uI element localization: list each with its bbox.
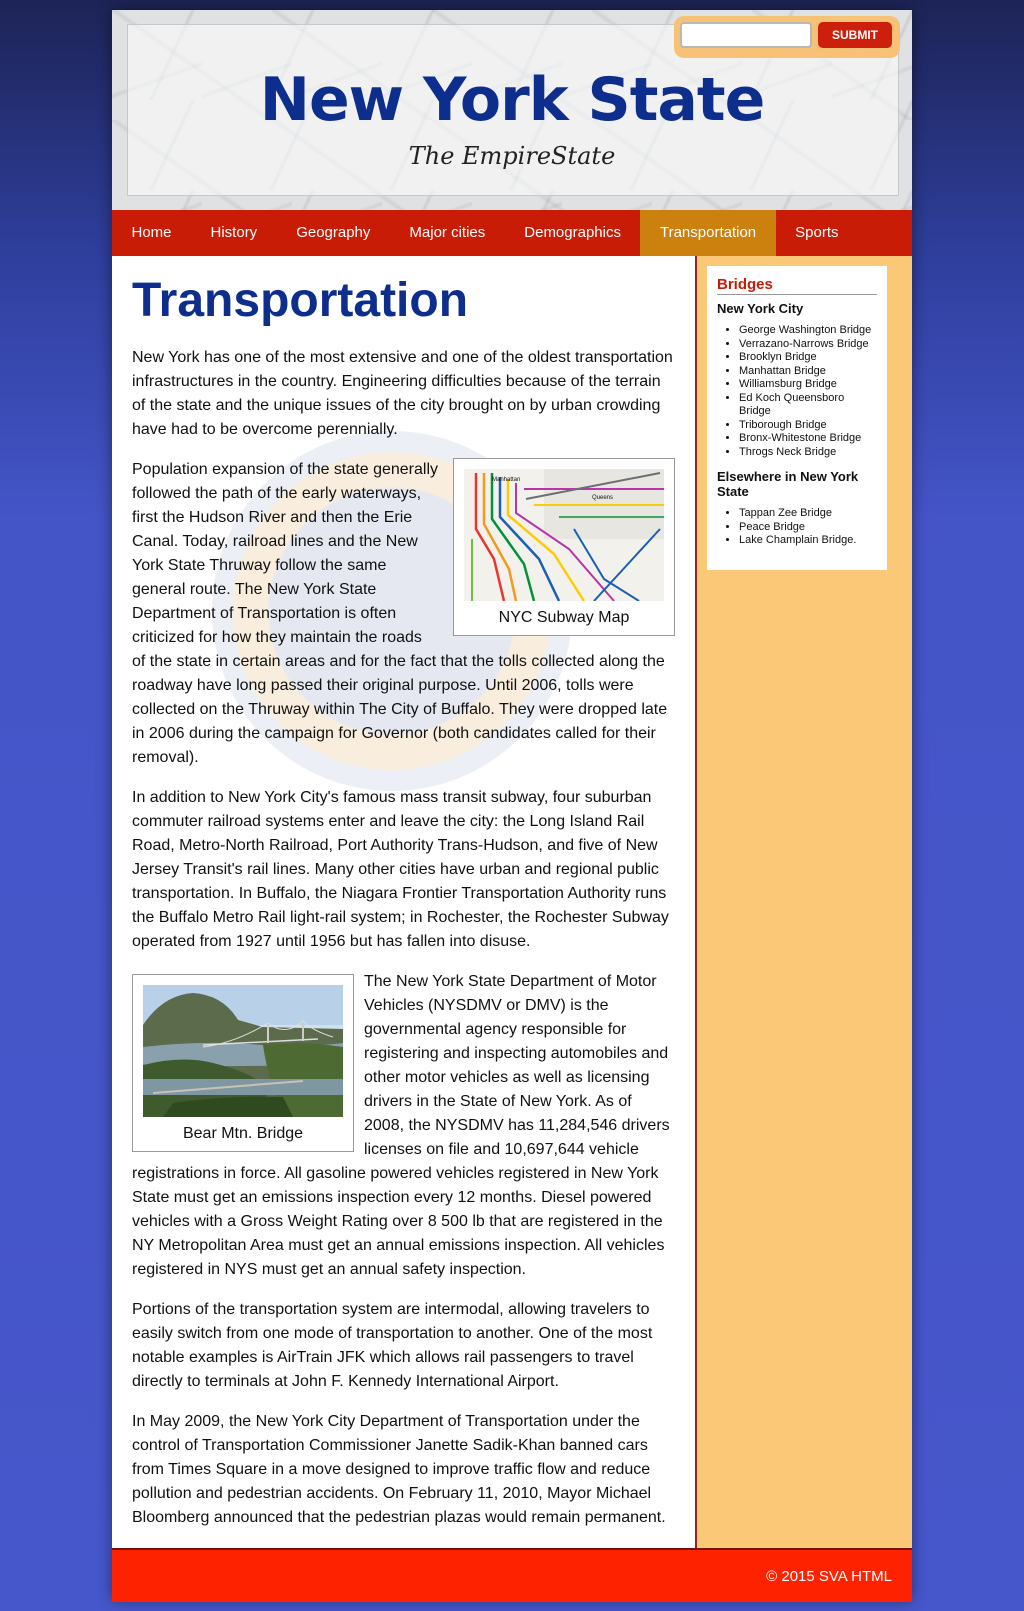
paragraph-intro: New York has one of the most extensive a… [132,349,673,438]
nav-item-transportation[interactable]: Transportation [640,210,776,256]
bridge-photo [143,985,343,1117]
main-content: Transportation New York has one of the m… [112,256,697,1548]
paragraph-transit: In addition to New York City's famous ma… [132,789,669,950]
nav-item-sports[interactable]: Sports [776,210,858,256]
list-item: Lake Champlain Bridge. [739,534,877,548]
sidebar-title: Bridges [717,276,877,295]
subway-label-manhattan: Manhattan [492,477,520,483]
page-title: Transportation [132,274,469,327]
search-form: SUBMIT [674,16,900,58]
nav-item-geography[interactable]: Geography [277,210,390,256]
sidebar: Bridges New York City George Washington … [697,256,912,1548]
nav-item-major-cities[interactable]: Major cities [390,210,505,256]
bridge-list-nyc: George Washington Bridge Verrazano-Narro… [717,324,877,459]
site-footer: © 2015 SVA HTML [112,1548,912,1602]
list-item: Peace Bridge [739,521,877,535]
sidebar-group-heading: Elsewhere in New York State [717,469,859,499]
list-item: Triborough Bridge [739,419,877,433]
bridge-list-elsewhere: Tappan Zee Bridge Peace Bridge Lake Cham… [717,507,877,548]
site-tagline: The EmpireState [408,142,616,170]
nav-item-demographics[interactable]: Demographics [505,210,641,256]
list-item: Verrazano-Narrows Bridge [739,338,877,352]
list-item: Ed Koch Queensboro Bridge [739,392,877,419]
copyright-text: © 2015 SVA HTML [766,1568,892,1585]
bridge-caption: Bear Mtn. Bridge [182,1125,304,1142]
list-item: Bronx-Whitestone Bridge [739,432,877,446]
page-container: New York State The EmpireState SUBMIT Ho… [112,10,912,1602]
subway-label-queens: Queens [592,495,613,501]
list-item: Manhattan Bridge [739,365,877,379]
submit-button[interactable]: SUBMIT [818,22,892,48]
paragraph-times-square: In May 2009, the New York City Departmen… [132,1413,666,1526]
bridge-figure: Bear Mtn. Bridge [132,974,354,1152]
subway-map-image: Manhattan Queens [464,469,664,601]
subway-map-caption: NYC Subway Map [498,609,630,626]
search-input[interactable] [680,22,812,48]
paragraph-intermodal: Portions of the transportation system ar… [132,1301,653,1390]
list-item: George Washington Bridge [739,324,877,338]
site-title: New York State [259,65,766,135]
sidebar-group-heading: New York City [717,301,804,316]
subway-map-figure: Manhattan Queens NYC Subway Map [453,458,675,636]
nav-item-home[interactable]: Home [112,210,191,256]
main-nav: Home History Geography Major cities Demo… [112,210,912,256]
site-header: New York State The EmpireState SUBMIT [112,10,912,210]
bridges-box: Bridges New York City George Washington … [707,266,887,570]
list-item: Williamsburg Bridge [739,378,877,392]
list-item: Brooklyn Bridge [739,351,877,365]
list-item: Throgs Neck Bridge [739,446,877,460]
list-item: Tappan Zee Bridge [739,507,877,521]
article: Transportation New York has one of the m… [132,256,675,1546]
nav-item-history[interactable]: History [191,210,277,256]
